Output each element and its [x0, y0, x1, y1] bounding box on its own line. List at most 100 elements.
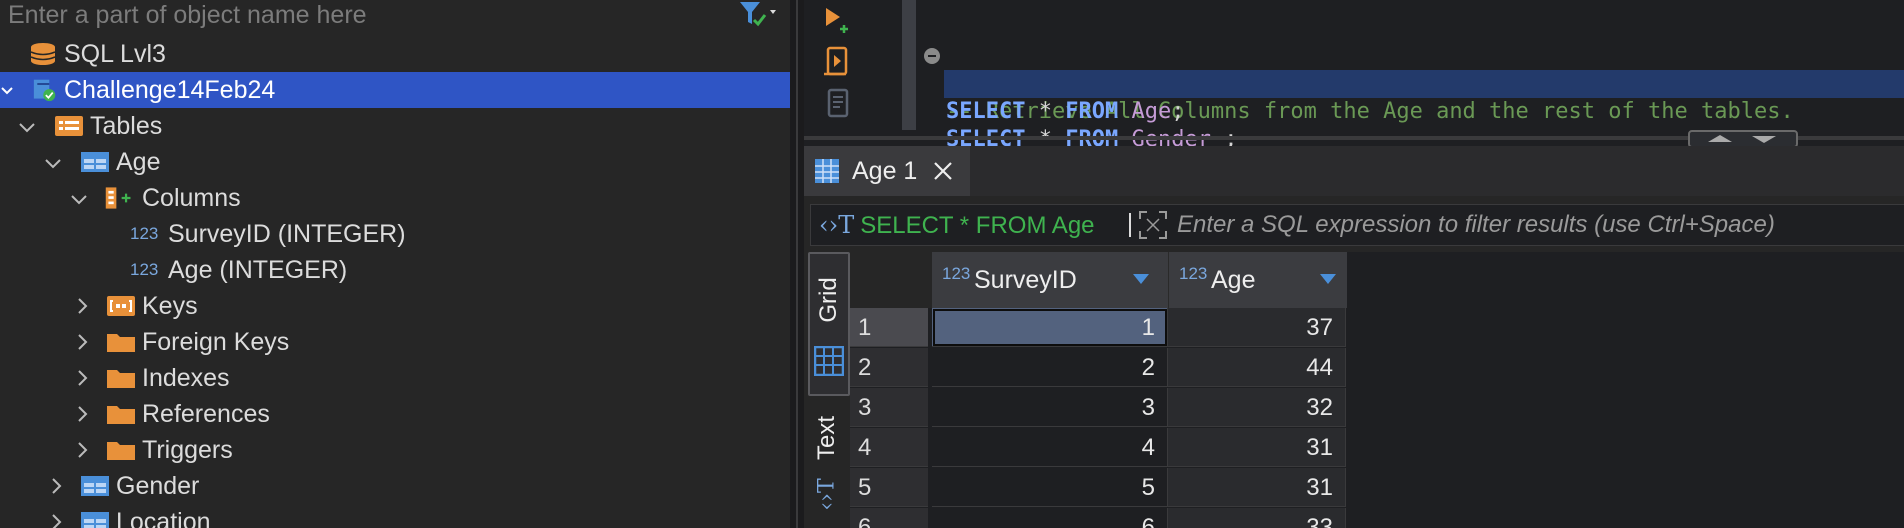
cell-age[interactable]: 33 [1168, 508, 1346, 528]
tree-item-sql-lvl3[interactable]: SQL Lvl3 [0, 36, 790, 72]
tree-item-table-gender[interactable]: Gender [0, 468, 790, 504]
tree-item-references[interactable]: References [0, 396, 790, 432]
cell-surveyid[interactable]: 4 [932, 428, 1168, 467]
filter-expression-input[interactable] [1177, 205, 1897, 245]
table-row[interactable]: 1 1 37 [850, 308, 1904, 348]
tree-item-table-age[interactable]: Age [0, 144, 790, 180]
chevron-right-icon[interactable] [74, 324, 94, 360]
execute-statement-button[interactable] [820, 2, 856, 38]
tab-age-1[interactable]: Age 1 [804, 146, 970, 196]
table-row[interactable]: 3 3 32 [850, 388, 1904, 428]
tree-item-label: Age [116, 148, 161, 176]
explain-plan-button[interactable] [820, 86, 856, 122]
query-text: SELECT * FROM Age [860, 212, 1095, 239]
column-header-label: SurveyID [974, 266, 1077, 294]
grid-tab-label-box: Grid [810, 260, 848, 340]
column-header-surveyid[interactable]: 123 SurveyID [932, 252, 1168, 308]
tree-item-columns[interactable]: Columns [0, 180, 790, 216]
tree-item-label: Indexes [142, 364, 230, 392]
tree-item-column-surveyid[interactable]: 123 SurveyID (INTEGER) [0, 216, 790, 252]
column-header-age[interactable]: 123 Age [1168, 252, 1347, 308]
cell-surveyid[interactable]: 3 [932, 388, 1168, 427]
results-filter-bar: ‹›T SELECT * FROM Age [810, 204, 1904, 246]
row-number[interactable]: 5 [850, 468, 928, 507]
chevron-right-icon[interactable] [74, 360, 94, 396]
numeric-type-icon: 123 [130, 224, 159, 243]
tab-label: Age 1 [852, 157, 918, 185]
tree-item-label: Age (INTEGER) [168, 256, 348, 284]
table-icon [81, 152, 109, 172]
sort-icon[interactable] [1132, 273, 1150, 285]
cell-age[interactable]: 32 [1168, 388, 1346, 427]
table-icon [81, 512, 109, 528]
cell-surveyid[interactable]: 5 [932, 468, 1168, 507]
code-line-2[interactable]: SELECT * FROM Age; [944, 70, 1904, 124]
filter-icon [740, 2, 776, 27]
columns-icon [105, 187, 131, 209]
tree-item-column-age[interactable]: 123 Age (INTEGER) [0, 252, 790, 288]
tree-item-challenge14feb24[interactable]: Challenge14Feb24 [0, 72, 790, 108]
row-number[interactable]: 1 [850, 308, 928, 347]
table-row[interactable]: 6 6 33 [850, 508, 1904, 528]
chevron-right-icon[interactable] [74, 288, 94, 324]
editor-ruler [902, 0, 916, 130]
tab-text[interactable]: Text ‹›T [808, 398, 846, 528]
cell-age[interactable]: 37 [1168, 308, 1346, 347]
chevron-down-icon[interactable] [44, 144, 64, 180]
tree-item-table-location[interactable]: Location [0, 504, 790, 528]
sql-editor: -- Retrieve All Columns from the Age and… [804, 0, 1904, 152]
database-navigator: SQL Lvl3 Challenge14Feb24 Tables [0, 0, 790, 528]
code-area[interactable]: -- Retrieve All Columns from the Age and… [916, 0, 1904, 152]
table-row[interactable]: 2 2 44 [850, 348, 1904, 388]
cell-surveyid[interactable]: 2 [932, 348, 1168, 387]
chevron-right-icon[interactable] [48, 504, 68, 528]
chevron-down-icon[interactable] [18, 108, 38, 144]
code-line-1[interactable]: -- Retrieve All Columns from the Age and… [916, 42, 1904, 124]
grid-tab-label: Grid [815, 277, 842, 323]
tab-grid[interactable]: Grid [808, 252, 850, 396]
panel-splitter[interactable] [790, 0, 804, 528]
text-view-icon: ‹›T [814, 478, 840, 511]
cell-age[interactable]: 44 [1168, 348, 1346, 387]
row-number[interactable]: 6 [850, 508, 928, 528]
execute-script-button[interactable] [820, 44, 856, 80]
tree-item-label: Location [116, 508, 211, 528]
table-row[interactable]: 5 5 31 [850, 468, 1904, 508]
tree-item-label: Triggers [142, 436, 233, 464]
chevron-down-icon[interactable] [0, 72, 20, 108]
object-name-search-input[interactable] [8, 0, 708, 30]
tree-item-tables[interactable]: Tables [0, 108, 790, 144]
grid-icon [815, 159, 839, 183]
chevron-right-icon[interactable] [74, 432, 94, 468]
tree-item-label: References [142, 400, 270, 428]
row-number[interactable]: 3 [850, 388, 928, 427]
tree-item-label: Challenge14Feb24 [64, 76, 276, 104]
chevron-right-icon[interactable] [74, 396, 94, 432]
sort-icon[interactable] [1319, 273, 1337, 285]
row-number[interactable]: 2 [850, 348, 928, 387]
table-row[interactable]: 4 4 31 [850, 428, 1904, 468]
query-text-label[interactable]: ‹›T SELECT * FROM Age [819, 205, 1095, 245]
numeric-type-icon: 123 [130, 260, 159, 279]
code-line-3[interactable]: SELECT * FROM Gender ; [944, 98, 1904, 152]
cell-age[interactable]: 31 [1168, 428, 1346, 467]
expand-filter-button[interactable] [1137, 209, 1169, 241]
tree-item-foreign-keys[interactable]: Foreign Keys [0, 324, 790, 360]
filter-button[interactable] [738, 0, 784, 30]
chevron-down-icon[interactable] [70, 180, 90, 216]
cell-surveyid[interactable]: 6 [932, 508, 1168, 528]
numeric-type-icon: 123 [1179, 264, 1208, 283]
keys-icon [107, 296, 135, 316]
cell-surveyid[interactable]: 1 [932, 308, 1168, 347]
cell-age[interactable]: 31 [1168, 468, 1346, 507]
folder-icon [107, 406, 135, 424]
row-number[interactable]: 4 [850, 428, 928, 467]
close-icon[interactable] [932, 160, 954, 182]
tree-item-indexes[interactable]: Indexes [0, 360, 790, 396]
tree-item-triggers[interactable]: Triggers [0, 432, 790, 468]
sql-text-icon: ‹›T [819, 211, 855, 239]
chevron-right-icon[interactable] [48, 468, 68, 504]
fold-icon[interactable] [924, 48, 940, 64]
results-panel: Age 1 ‹›TSELECT * FROM Age Grid [804, 146, 1904, 528]
tree-item-keys[interactable]: Keys [0, 288, 790, 324]
